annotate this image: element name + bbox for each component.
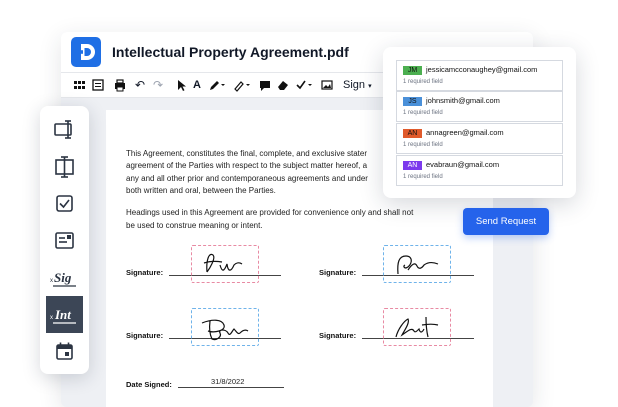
form-field-icon [55, 232, 74, 249]
text-tool-icon[interactable]: A [191, 76, 203, 94]
text-box-tool[interactable] [46, 148, 83, 185]
undo-icon[interactable]: ↶ [133, 76, 147, 94]
handwritten-initials [395, 316, 439, 338]
checkmark-icon[interactable] [294, 76, 316, 94]
initials-field[interactable] [383, 308, 451, 346]
sign-menu[interactable]: Sign ▾ [343, 76, 377, 94]
required-field-note: 1 required field [403, 142, 443, 148]
initials-field[interactable] [191, 308, 259, 346]
date-signed-label: Date Signed: [126, 380, 172, 389]
cursor-icon[interactable] [175, 76, 187, 94]
eraser-icon[interactable] [276, 76, 290, 94]
print-icon[interactable] [112, 76, 128, 94]
text-field-tool[interactable] [46, 111, 83, 148]
initials-icon: Intx [50, 307, 76, 324]
chevron-down-icon: ▾ [368, 83, 372, 90]
paragraph-line: be used to construe meaning or intent. [126, 221, 263, 230]
signature-tool[interactable]: Sig x [46, 259, 83, 296]
checkbox-icon [56, 195, 73, 212]
signature-icon: Sigx [50, 270, 76, 287]
recipient-item[interactable]: JS johnsmith@gmail.com 1 required field [396, 91, 563, 122]
form-field-tool[interactable] [46, 222, 83, 259]
svg-text:x: x [50, 278, 53, 284]
recipients-panel: JM jessicamcconaughey@gmail.com 1 requir… [383, 47, 576, 198]
date-signed-value[interactable]: 31/8/2022 [211, 377, 244, 386]
recipient-email: johnsmith@gmail.com [426, 96, 500, 105]
handwritten-signature [203, 253, 243, 273]
redo-icon[interactable]: ↷ [151, 76, 165, 94]
required-field-note: 1 required field [403, 79, 443, 85]
calendar-icon [56, 342, 73, 360]
date-line [178, 387, 284, 388]
recipient-item[interactable]: JM jessicamcconaughey@gmail.com 1 requir… [396, 60, 563, 91]
comment-icon[interactable] [258, 76, 272, 94]
signature-label: Signature: [319, 331, 357, 340]
list-view-icon[interactable] [90, 76, 106, 94]
recipient-email: jessicamcconaughey@gmail.com [426, 65, 538, 74]
recipient-initials-badge: JM [403, 66, 422, 75]
svg-text:Int: Int [54, 307, 71, 322]
paragraph-line: Headings used in this Agreement are prov… [126, 208, 414, 217]
grid-view-icon[interactable] [71, 76, 87, 94]
date-tool[interactable] [46, 333, 83, 370]
required-field-note: 1 required field [403, 110, 443, 116]
highlighter-icon[interactable] [231, 76, 253, 94]
recipient-item[interactable]: AN annagreen@gmail.com 1 required field [396, 123, 563, 154]
handwritten-signature [397, 255, 439, 275]
sign-menu-label: Sign [343, 79, 366, 91]
signature-field[interactable] [191, 245, 259, 283]
text-box-icon [55, 156, 74, 178]
document-title: Intellectual Property Agreement.pdf [112, 44, 349, 60]
svg-text:Sig: Sig [54, 270, 72, 285]
signature-label: Signature: [126, 268, 164, 277]
recipient-email: annagreen@gmail.com [426, 128, 504, 137]
checkbox-tool[interactable] [46, 185, 83, 222]
recipient-email: evabraun@gmail.com [426, 160, 500, 169]
initials-tool[interactable]: Int x [46, 296, 83, 333]
pen-tool-icon[interactable] [207, 76, 227, 94]
required-field-note: 1 required field [403, 174, 443, 180]
recipient-initials-badge: AN [403, 129, 422, 138]
recipient-initials-badge: JS [403, 97, 422, 106]
signature-label: Signature: [319, 268, 357, 277]
image-icon[interactable] [320, 76, 334, 94]
recipient-item[interactable]: AN evabraun@gmail.com 1 required field [396, 155, 563, 186]
text-field-icon [54, 120, 72, 139]
signature-field[interactable] [383, 245, 451, 283]
field-tools-sidebar: Sig x Int x [40, 106, 89, 374]
handwritten-initials [201, 319, 249, 341]
recipient-initials-badge: AN [403, 161, 422, 170]
svg-text:x: x [50, 315, 53, 321]
app-logo-icon [71, 37, 101, 67]
signature-label: Signature: [126, 331, 164, 340]
send-request-button[interactable]: Send Request [463, 208, 549, 235]
